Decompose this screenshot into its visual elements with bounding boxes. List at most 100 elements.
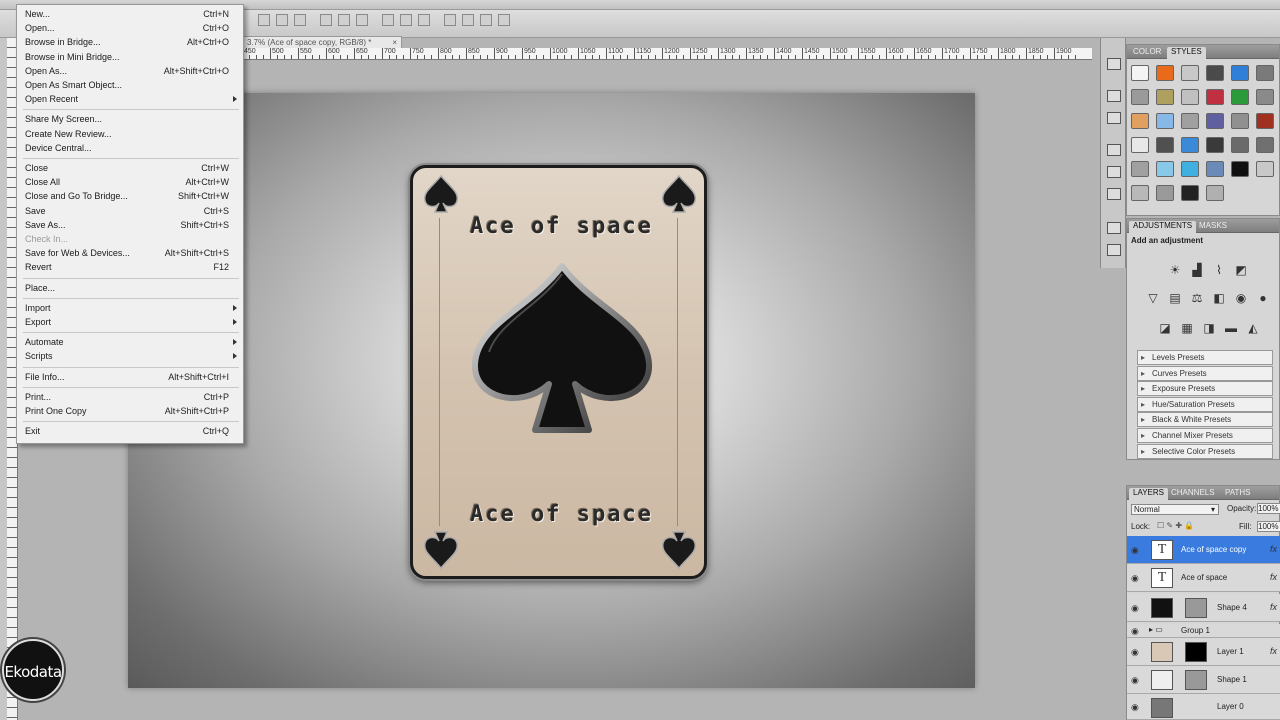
document-tab[interactable]: 3.7% (Ace of space copy, RGB/8) * × [242, 36, 402, 48]
menu-item-browse-in-mini-bridge[interactable]: Browse in Mini Bridge... [17, 51, 243, 65]
distribute-middle-icon[interactable] [400, 14, 412, 26]
gradient-map-icon[interactable]: ▬ [1223, 321, 1239, 335]
lock-icons[interactable]: ☐ ✎ ✚ 🔒 [1157, 521, 1194, 530]
style-swatch[interactable] [1131, 185, 1149, 201]
preset-item[interactable]: Levels Presets [1137, 350, 1273, 365]
menu-item-device-central[interactable]: Device Central... [17, 142, 243, 156]
menu-item-open[interactable]: Open... Ctrl+O [17, 22, 243, 36]
style-swatch[interactable] [1206, 113, 1224, 129]
visibility-eye-icon[interactable]: ◉ [1131, 573, 1139, 584]
menu-item-scripts[interactable]: Scripts [17, 350, 243, 364]
distribute-center-icon[interactable] [462, 14, 474, 26]
navigator-panel-icon[interactable] [1107, 112, 1121, 124]
curves-icon[interactable]: ⌇ [1211, 263, 1227, 277]
menu-item-revert[interactable]: Revert F12 [17, 261, 243, 275]
posterize-icon[interactable]: ▦ [1179, 321, 1195, 335]
layer-row[interactable]: ◉ ▸ ▭ Group 1 [1127, 624, 1280, 638]
menu-item-share-my-screen[interactable]: Share My Screen... [17, 113, 243, 127]
align-left-icon[interactable] [320, 14, 332, 26]
folder-icon[interactable]: ▸ ▭ [1149, 625, 1163, 634]
layer-row[interactable]: ◉ Layer 0 [1127, 694, 1280, 720]
style-swatch[interactable] [1206, 185, 1224, 201]
menu-item-automate[interactable]: Automate [17, 336, 243, 350]
align-middle-icon[interactable] [276, 14, 288, 26]
menu-item-exit[interactable]: Exit Ctrl+Q [17, 425, 243, 439]
style-swatch[interactable] [1156, 113, 1174, 129]
clone-source-panel-icon[interactable] [1107, 166, 1121, 178]
history-panel-icon[interactable] [1107, 58, 1121, 70]
style-swatch[interactable] [1231, 137, 1249, 153]
distribute-top-icon[interactable] [382, 14, 394, 26]
color-balance-icon[interactable]: ⚖ [1189, 291, 1205, 305]
visibility-eye-icon[interactable]: ◉ [1131, 647, 1139, 658]
channel-mixer-icon[interactable]: ● [1255, 291, 1271, 305]
levels-icon[interactable]: ▟ [1189, 263, 1205, 277]
menu-item-new[interactable]: New... Ctrl+N [17, 8, 243, 22]
menu-item-browse-in-bridge[interactable]: Browse in Bridge... Alt+Ctrl+O [17, 36, 243, 50]
layer-effects-icon[interactable]: fx [1270, 646, 1277, 656]
menu-item-open-as[interactable]: Open As... Alt+Shift+Ctrl+O [17, 65, 243, 79]
preset-item[interactable]: Hue/Saturation Presets [1137, 396, 1273, 412]
style-swatch[interactable] [1206, 89, 1224, 105]
menu-item-save-as[interactable]: Save As... Shift+Ctrl+S [17, 219, 243, 233]
character-panel-icon[interactable] [1107, 222, 1121, 234]
preset-item[interactable]: Curves Presets [1137, 365, 1273, 381]
style-swatch[interactable] [1181, 65, 1199, 81]
style-swatch[interactable] [1156, 65, 1174, 81]
layer-effects-icon[interactable]: fx [1270, 544, 1277, 554]
menu-item-import[interactable]: Import [17, 302, 243, 316]
tab-paths[interactable]: PATHS [1225, 488, 1250, 497]
tab-channels[interactable]: CHANNELS [1171, 488, 1215, 497]
layer-row[interactable]: ◉ T Ace of space fx [1127, 564, 1280, 592]
invert-icon[interactable]: ◪ [1157, 321, 1173, 335]
layer-row[interactable]: ◉ Shape 4 fx [1127, 594, 1280, 622]
menu-item-save[interactable]: Save Ctrl+S [17, 205, 243, 219]
style-swatch[interactable] [1231, 65, 1249, 81]
brightness-contrast-icon[interactable]: ☀ [1167, 263, 1183, 277]
tab-masks[interactable]: MASKS [1199, 221, 1227, 230]
actions-panel-icon[interactable] [1107, 90, 1121, 102]
menu-item-close[interactable]: Close Ctrl+W [17, 162, 243, 176]
style-swatch[interactable] [1181, 137, 1199, 153]
align-right-icon[interactable] [356, 14, 368, 26]
style-swatch[interactable] [1256, 65, 1274, 81]
style-swatch[interactable] [1181, 113, 1199, 129]
style-swatch[interactable] [1181, 161, 1199, 177]
menu-item-export[interactable]: Export [17, 316, 243, 330]
style-swatch[interactable] [1231, 89, 1249, 105]
layer-mask-thumbnail[interactable] [1185, 670, 1207, 690]
style-swatch[interactable] [1206, 65, 1224, 81]
visibility-eye-icon[interactable]: ◉ [1131, 675, 1139, 686]
visibility-eye-icon[interactable]: ◉ [1131, 545, 1139, 556]
auto-align-icon[interactable] [498, 14, 510, 26]
tool-presets-panel-icon[interactable] [1107, 188, 1121, 200]
black-white-icon[interactable]: ◧ [1211, 291, 1227, 305]
align-top-icon[interactable] [258, 14, 270, 26]
menu-item-file-info[interactable]: File Info... Alt+Shift+Ctrl+I [17, 371, 243, 385]
style-swatch[interactable] [1156, 89, 1174, 105]
style-swatch[interactable] [1156, 185, 1174, 201]
tab-adjustments[interactable]: ADJUSTMENTS [1129, 221, 1197, 233]
menu-item-open-as-smart-object[interactable]: Open As Smart Object... [17, 79, 243, 93]
opacity-input[interactable]: 100% [1257, 503, 1280, 514]
menu-item-create-new-review[interactable]: Create New Review... [17, 128, 243, 142]
preset-item[interactable]: Black & White Presets [1137, 412, 1273, 428]
style-swatch[interactable] [1256, 161, 1274, 177]
visibility-eye-icon[interactable]: ◉ [1131, 626, 1139, 637]
style-swatch[interactable] [1231, 113, 1249, 129]
style-swatch[interactable] [1131, 65, 1149, 81]
style-swatch[interactable] [1231, 161, 1249, 177]
menu-item-close-and-go-to-bridge[interactable]: Close and Go To Bridge... Shift+Ctrl+W [17, 190, 243, 204]
distribute-right-icon[interactable] [480, 14, 492, 26]
style-swatch[interactable] [1256, 113, 1274, 129]
close-tab-icon[interactable]: × [392, 37, 397, 48]
menu-item-print[interactable]: Print... Ctrl+P [17, 391, 243, 405]
threshold-icon[interactable]: ◨ [1201, 321, 1217, 335]
layer-mask-thumbnail[interactable] [1185, 642, 1207, 662]
style-swatch[interactable] [1131, 161, 1149, 177]
style-swatch[interactable] [1181, 89, 1199, 105]
style-swatch[interactable] [1256, 137, 1274, 153]
style-swatch[interactable] [1206, 137, 1224, 153]
exposure-icon[interactable]: ◩ [1233, 263, 1249, 277]
style-swatch[interactable] [1156, 161, 1174, 177]
